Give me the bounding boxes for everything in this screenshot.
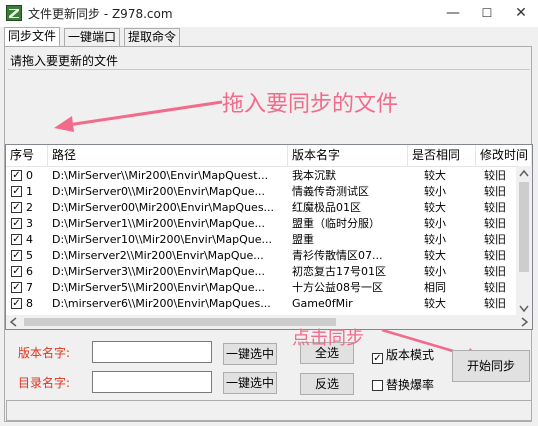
arrow-annotation-icon — [54, 100, 223, 132]
invert-selection-button[interactable]: 反选 — [300, 373, 354, 395]
row-version-name: 十方公益08号一区 — [292, 281, 383, 294]
row-same: 较小 — [424, 217, 446, 230]
row-modified-time: 较旧 — [484, 217, 506, 230]
click-sync-annotation: 点击同步 — [292, 328, 364, 349]
row-same: 较大 — [424, 297, 446, 310]
table-row[interactable]: ✓ 1 D:\MirServer0\\Mir200\Envir\MapQue... 情… — [6, 184, 516, 200]
tab-sync-files[interactable]: 同步文件 — [4, 27, 61, 47]
close-button[interactable]: ✕ — [504, 0, 538, 27]
row-checkbox[interactable]: ✓ — [11, 250, 22, 261]
maximize-button[interactable]: ☐ — [470, 0, 504, 27]
row-checkbox[interactable]: ✓ — [11, 218, 22, 229]
row-checkbox[interactable]: ✓ — [11, 186, 22, 197]
minimize-button[interactable]: — — [436, 0, 470, 27]
row-index: 5 — [26, 249, 33, 262]
row-version-name: 青衫传散情区07... — [292, 249, 383, 262]
row-index: 0 — [26, 169, 33, 182]
app-logo-icon — [6, 5, 22, 21]
version-name-input[interactable] — [92, 341, 212, 363]
row-version-name: 盟重 — [292, 233, 314, 246]
row-index: 7 — [26, 281, 33, 294]
row-modified-time: 较旧 — [484, 233, 506, 246]
row-checkbox[interactable]: ✓ — [11, 170, 22, 181]
tab-extract-command[interactable]: 提取命令 — [124, 28, 181, 46]
drag-hint-annotation: 拖入要同步的文件 — [222, 92, 399, 117]
row-same: 相同 — [424, 281, 446, 294]
row-path: D:\MirServer00\Mir200\Envir\MapQues... — [52, 201, 275, 214]
dropzone-label: 请拖入要更新的文件 — [10, 54, 119, 68]
row-path: D:\mirserver6\\Mir200\Envir\MapQues... — [52, 297, 271, 310]
version-name-label: 版本名字: — [18, 346, 71, 360]
row-path: D:\MirServer1\\Mir200\Envir\MapQue... — [52, 217, 266, 230]
row-same: 较小 — [424, 233, 446, 246]
select-version-button[interactable]: 一键选中 — [223, 343, 277, 365]
row-path: D:\MirServer10\\Mir200\Envir\MapQue... — [52, 233, 273, 246]
status-bar — [6, 400, 532, 421]
tab-one-click-port[interactable]: 一键端口 — [64, 28, 121, 46]
list-header: 序号 路径 版本名字 是否相同 修改时间 — [6, 145, 532, 167]
row-checkbox[interactable]: ✓ — [11, 266, 22, 277]
row-path: D:\MirServer0\\Mir200\Envir\MapQue... — [52, 185, 266, 198]
header-version-name[interactable]: 版本名字 — [288, 145, 408, 166]
table-row[interactable]: ✓ 7 D:\MirServer5\\Mir200\Envir\MapQue... 十… — [6, 280, 516, 296]
row-path: D:\Mirserver2\\Mir200\Envir\MapQue... — [52, 249, 264, 262]
row-modified-time: 较旧 — [484, 297, 506, 310]
header-modified-time[interactable]: 修改时间 — [476, 145, 532, 166]
row-path: D:\MirServer3\\Mir200\Envir\MapQue... — [52, 265, 266, 278]
row-checkbox[interactable]: ✓ — [11, 234, 22, 245]
row-modified-time: 较旧 — [484, 249, 506, 262]
row-same: 较小 — [424, 265, 446, 278]
row-same: 较大 — [424, 169, 446, 182]
title-bar: 文件更新同步 - Z978.com — ☐ ✕ — [0, 0, 538, 27]
header-same[interactable]: 是否相同 — [408, 145, 476, 166]
header-index[interactable]: 序号 — [6, 145, 48, 166]
window-title: 文件更新同步 - Z978.com — [28, 7, 173, 21]
file-list: 序号 路径 版本名字 是否相同 修改时间 ✓ 0 D:\MirServer\\Mir… — [5, 144, 533, 330]
row-version-name: 初恋复古17号01区 — [292, 265, 386, 278]
table-row[interactable]: ✓ 3 D:\MirServer1\\Mir200\Envir\MapQue... 盟… — [6, 216, 516, 232]
directory-name-label: 目录名字: — [18, 376, 71, 390]
row-version-name: Game0fMir — [292, 297, 353, 310]
row-modified-time: 较旧 — [484, 185, 506, 198]
row-index: 2 — [26, 201, 33, 214]
replace-drop-rate-label: 替换爆率 — [386, 378, 435, 392]
directory-name-input[interactable] — [92, 371, 212, 393]
row-version-name: 情義传奇测试区 — [292, 185, 369, 198]
header-path[interactable]: 路径 — [48, 145, 288, 166]
row-modified-time: 较旧 — [484, 265, 506, 278]
table-row[interactable]: ✓ 2 D:\MirServer00\Mir200\Envir\MapQues...… — [6, 200, 516, 216]
table-row[interactable]: ✓ 5 D:\Mirserver2\\Mir200\Envir\MapQue... 青… — [6, 248, 516, 264]
row-same: 较小 — [424, 185, 446, 198]
row-checkbox[interactable]: ✓ — [11, 202, 22, 213]
start-sync-button[interactable]: 开始同步 — [452, 350, 530, 382]
row-modified-time: 较旧 — [484, 169, 506, 182]
replace-drop-rate-checkbox[interactable]: 替换爆率 — [372, 376, 434, 393]
row-path: D:\MirServer\\Mir200\Envir\MapQuest... — [52, 169, 269, 182]
row-path: D:\MirServer5\\Mir200\Envir\MapQue... — [52, 281, 266, 294]
row-index: 1 — [26, 185, 33, 198]
empty-checkbox-icon — [372, 380, 383, 391]
select-directory-button[interactable]: 一键选中 — [223, 372, 277, 394]
row-modified-time: 较旧 — [484, 281, 506, 294]
row-index: 6 — [26, 265, 33, 278]
table-row[interactable]: ✓ 6 D:\MirServer3\\Mir200\Envir\MapQue... 初… — [6, 264, 516, 280]
row-checkbox[interactable]: ✓ — [11, 282, 22, 293]
row-index: 3 — [26, 217, 33, 230]
vertical-scrollbar[interactable] — [516, 166, 532, 316]
row-index: 8 — [26, 297, 33, 310]
table-row[interactable]: ✓ 8 D:\mirserver6\\Mir200\Envir\MapQues...… — [6, 296, 516, 312]
row-same: 较大 — [424, 201, 446, 214]
row-checkbox[interactable]: ✓ — [11, 298, 22, 309]
row-modified-time: 较旧 — [484, 201, 506, 214]
row-version-name: 我本沉默 — [292, 169, 336, 182]
row-index: 4 — [26, 233, 33, 246]
row-version-name: 盟重（临时分服） — [292, 217, 380, 230]
table-row[interactable]: ✓ 4 D:\MirServer10\\Mir200\Envir\MapQue...… — [6, 232, 516, 248]
table-row[interactable]: ✓ 0 D:\MirServer\\Mir200\Envir\MapQuest...… — [6, 168, 516, 184]
row-version-name: 红魔极品01区 — [292, 201, 361, 214]
row-same: 较大 — [424, 249, 446, 262]
